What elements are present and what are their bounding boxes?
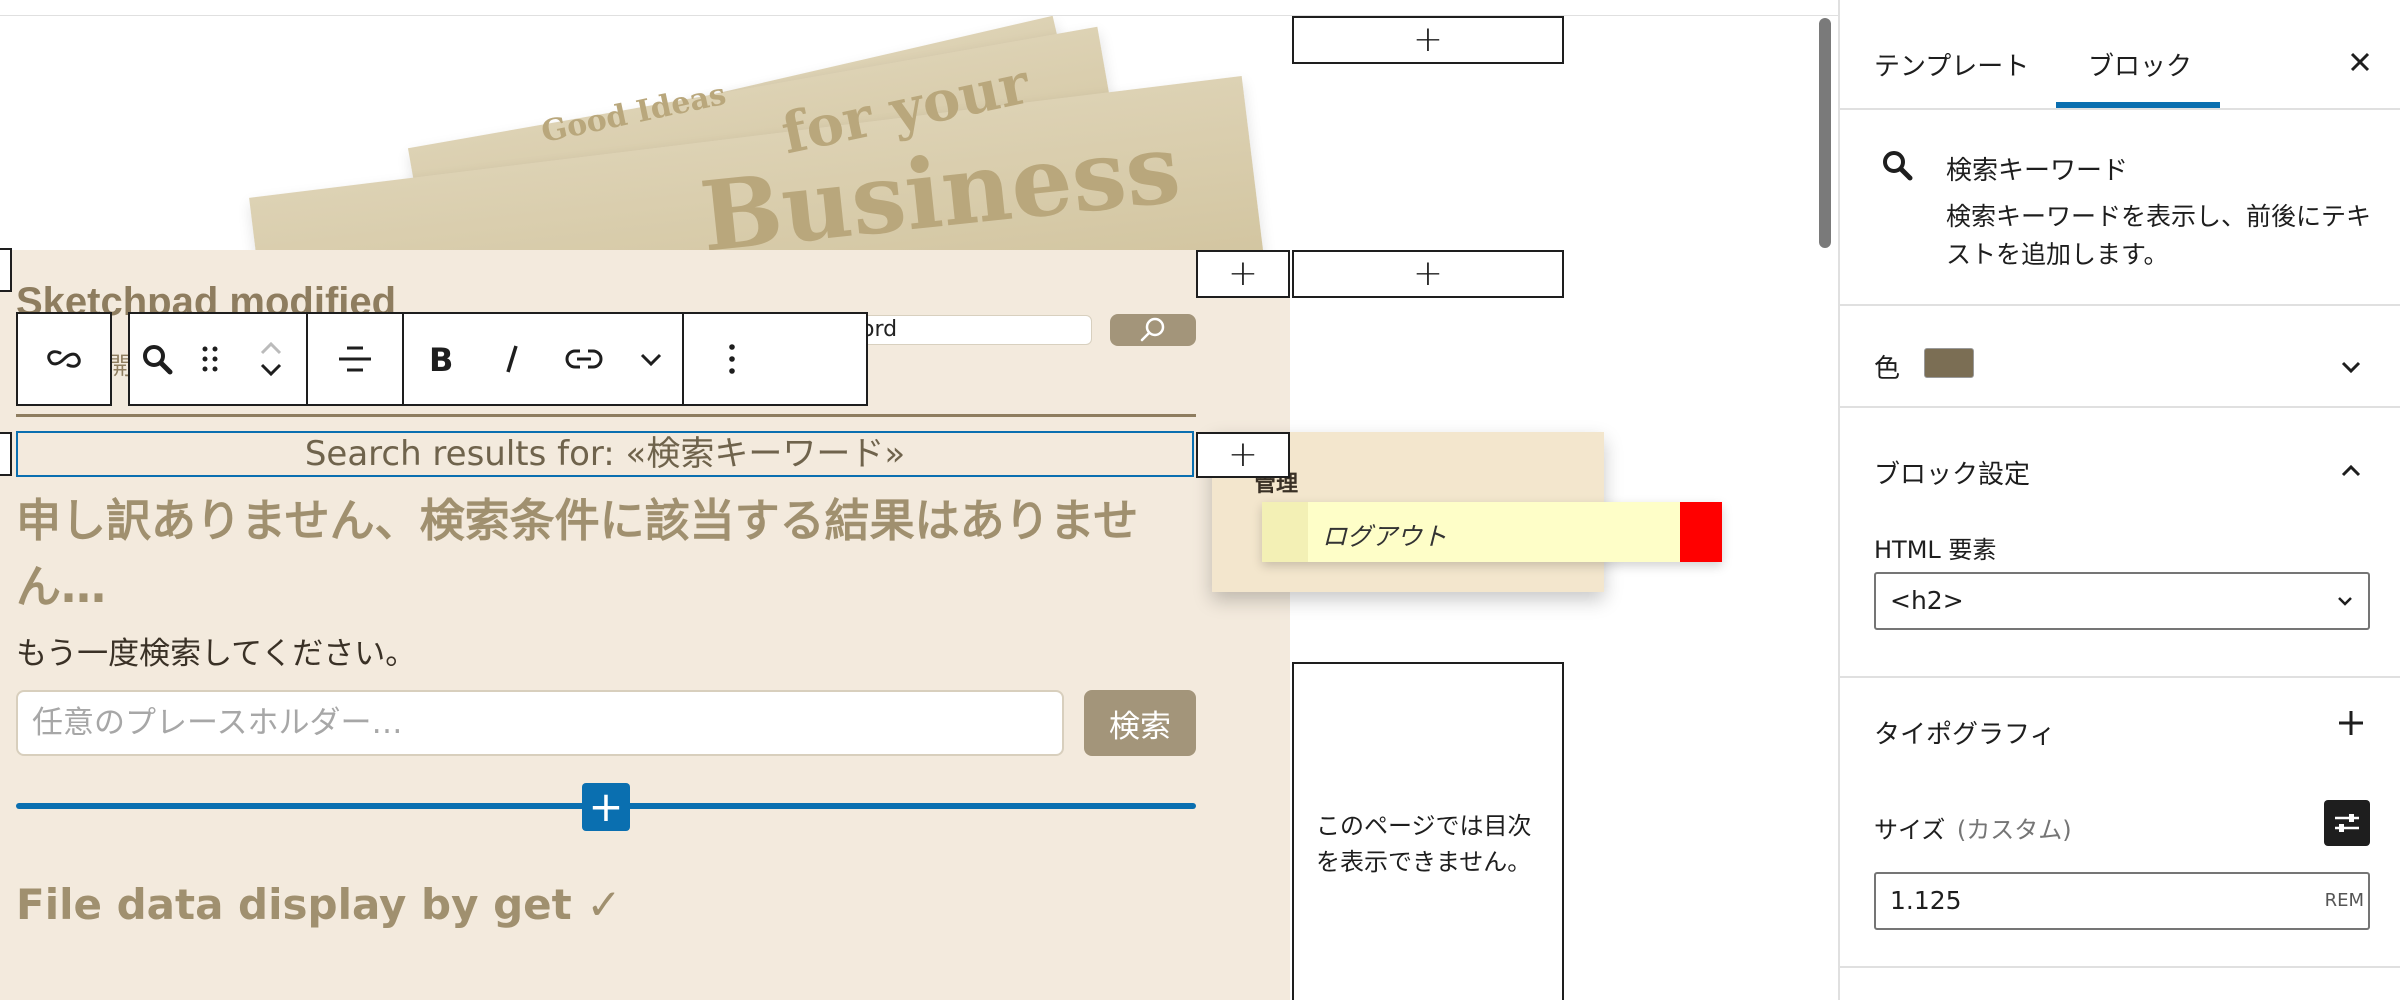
color-panel-label: 色: [1874, 354, 1901, 384]
font-size-unit[interactable]: REM: [2325, 874, 2364, 928]
tab-template[interactable]: テンプレート: [1874, 46, 2029, 83]
sidebar-tabs: テンプレート ブロック: [1840, 0, 2400, 110]
query-title-block[interactable]: Search results for: «検索キーワード»: [16, 431, 1194, 477]
search-icon: [1140, 317, 1165, 342]
drag-handle[interactable]: [184, 314, 236, 404]
search-input[interactable]: 任意のプレースホルダー…: [16, 690, 1064, 756]
add-block-button[interactable]: +: [1196, 432, 1290, 478]
chevron-down-icon[interactable]: [2336, 352, 2366, 382]
align-center-icon: [339, 346, 371, 372]
font-size-value: 1.125: [1890, 886, 1962, 915]
color-swatch[interactable]: [1924, 348, 1974, 378]
bold-button[interactable]: B: [404, 314, 476, 404]
canvas-scrollbar[interactable]: [1819, 18, 1831, 248]
logout-bar-tab: [1262, 502, 1308, 562]
size-label-text: サイズ: [1874, 816, 1946, 844]
try-again-text[interactable]: もう一度検索してください。: [16, 628, 416, 673]
header-search-input[interactable]: ord: [840, 315, 1092, 345]
add-block-button[interactable]: +: [1292, 250, 1564, 298]
active-tab-indicator: [2056, 102, 2220, 108]
drag-handle-icon: [202, 346, 218, 372]
chevron-down-icon: [2338, 597, 2352, 606]
tab-block[interactable]: ブロック: [2088, 46, 2192, 83]
custom-size-toggle[interactable]: [2324, 800, 2370, 846]
no-results-heading[interactable]: 申し訳ありません、検索条件に該当する結果はありません…: [16, 488, 1216, 620]
italic-button[interactable]: [476, 314, 548, 404]
html-element-value: <h2>: [1890, 586, 1964, 615]
align-button[interactable]: [308, 314, 402, 404]
chevron-down-icon[interactable]: [257, 359, 285, 381]
toc-message: このページでは目次を表示できません。: [1316, 812, 1532, 876]
size-mode: (カスタム): [1956, 816, 2072, 844]
logout-link[interactable]: ログアウト: [1322, 517, 1447, 553]
link-button[interactable]: [548, 314, 620, 404]
chevron-up-icon[interactable]: [2336, 456, 2366, 486]
chevron-down-icon: [640, 353, 662, 367]
html-element-label: HTML 要素: [1874, 536, 1997, 564]
more-vertical-icon: [729, 344, 735, 374]
inserter-plus-button[interactable]: +: [582, 783, 630, 831]
search-icon: [143, 345, 173, 375]
select-parent-button[interactable]: [18, 314, 110, 404]
move-buttons[interactable]: [236, 314, 306, 404]
svg-text:B: B: [429, 342, 453, 376]
italic-icon: [506, 345, 518, 373]
logout-marker: [1680, 502, 1722, 562]
search-button[interactable]: 検索: [1084, 690, 1196, 756]
header-divider: [16, 414, 1196, 417]
block-description: 検索キーワードを表示し、前後にテキストを追加します。: [1946, 202, 2372, 269]
block-title: 検索キーワード: [1946, 156, 2129, 186]
add-block-button[interactable]: +: [1292, 16, 1564, 64]
editor-canvas[interactable]: Good Ideas for your Business Sketchpad m…: [0, 0, 1838, 1000]
header-image[interactable]: Good Ideas for your Business: [0, 16, 1290, 252]
add-block-button[interactable]: +: [1196, 250, 1290, 298]
close-sidebar-button[interactable]: [2338, 40, 2382, 84]
font-size-input[interactable]: 1.125 REM: [1874, 872, 2370, 930]
chevron-up-icon[interactable]: [257, 337, 285, 359]
close-icon: [2350, 52, 2370, 72]
typography-label[interactable]: タイポグラフィ: [1874, 714, 2055, 751]
link-icon: [565, 349, 603, 369]
settings-sidebar: テンプレート ブロック 検索キーワード 検索キーワードを表示し、前後にテキストを…: [1838, 0, 2400, 1000]
block-type-button[interactable]: [130, 314, 184, 404]
options-button[interactable]: [684, 314, 780, 404]
search-icon: [1880, 148, 1914, 186]
block-settings-panel: ブロック設定 HTML 要素: [1840, 408, 2400, 678]
post-title[interactable]: File data display by get ✓: [16, 880, 622, 929]
plus-icon[interactable]: [2336, 708, 2366, 738]
link-chain-icon: [47, 350, 81, 368]
html-element-select[interactable]: <h2>: [1874, 572, 2370, 630]
size-label: サイズ (カスタム): [1874, 810, 2072, 845]
block-settings-label[interactable]: ブロック設定: [1874, 454, 2030, 491]
more-formatting-button[interactable]: [620, 314, 682, 404]
block-card: 検索キーワード 検索キーワードを表示し、前後にテキストを追加します。: [1840, 110, 2400, 306]
sliders-icon: [2335, 814, 2359, 832]
block-toolbar-parent: [16, 312, 112, 406]
block-edge-handle[interactable]: [0, 432, 12, 476]
bold-icon: B: [429, 342, 453, 376]
header-search-button[interactable]: [1110, 314, 1196, 346]
block-edge-handle[interactable]: [0, 248, 12, 292]
block-toolbar: B: [128, 312, 868, 406]
